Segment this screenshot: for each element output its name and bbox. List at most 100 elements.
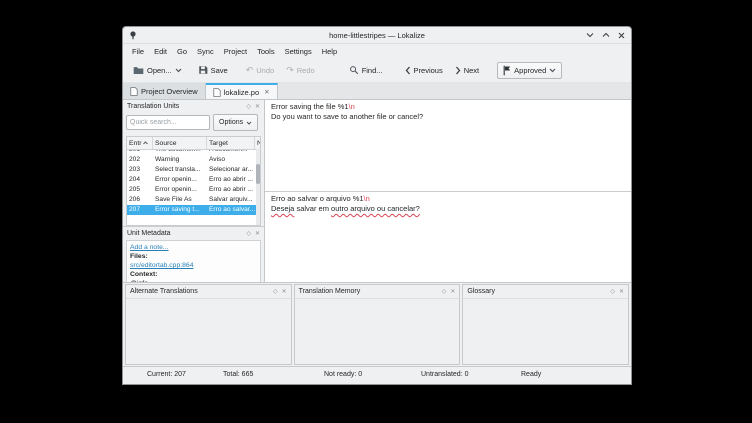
column-source[interactable]: Source [153,137,207,149]
status-current: Current: 207 [147,371,186,378]
redo-icon: ↷ [286,64,294,75]
escape-sequence: \n [348,102,355,111]
translation-units-header: Translation Units ◇ ✕ [123,100,264,113]
chevron-down-icon[interactable] [175,68,182,73]
translation-units-table: Entr Source Target N 201 The documen... [126,136,261,226]
editor-area: Error saving the file %1\n Do you want t… [265,100,631,282]
table-scrollbar[interactable] [256,149,260,225]
add-note-link[interactable]: Add a note... [130,244,169,251]
column-entry[interactable]: Entr [127,137,153,149]
menu-project[interactable]: Project [219,46,252,57]
open-button[interactable]: Open... [129,63,186,78]
target-line-1: Erro ao salvar o arquivo %1\n [271,194,370,203]
source-line-1: Error saving the file %1\n [271,102,355,111]
left-dock-column: Translation Units ◇ ✕ Options Entr [123,100,265,291]
file-reference-link[interactable]: src/editortab.cpp:864 [130,262,193,269]
tab-label: lokalize.po [223,87,260,97]
search-row: Options [123,113,264,134]
table-body: 201 The documen... A documen... 202 Warn… [127,150,260,225]
save-label: Save [210,65,228,75]
glossary-header: Glossary ◇ ✕ [463,285,629,299]
status-untranslated: Untranslated: 0 [421,371,469,378]
dock-title: Alternate Translations [130,288,198,295]
column-notes[interactable]: N [255,137,260,149]
close-button[interactable] [618,32,625,39]
tab-project-overview[interactable]: Project Overview [123,83,206,99]
table-row-selected[interactable]: 207 Error saving t... Erro ao salvar... [127,205,260,215]
menu-edit[interactable]: Edit [149,46,172,57]
statusbar: Current: 207 Total: 665 Not ready: 0 Unt… [123,366,631,384]
menu-tools[interactable]: Tools [252,46,280,57]
open-label: Open... [147,65,172,75]
lokalize-window: home-littlestripes — Lokalize File Edit … [122,26,632,385]
document-icon [213,87,221,97]
table-row[interactable]: 203 Select transla... Selecionar ar... [127,165,260,175]
table-row[interactable]: 204 Error openin... Erro ao abrir ... [127,175,260,185]
table-row[interactable]: 205 Error openin... Erro ao abrir ... [127,185,260,195]
close-icon[interactable]: ✕ [255,230,260,237]
menubar: File Edit Go Sync Project Tools Settings… [123,44,631,58]
table-row[interactable]: 206 Save File As Salvar arquiv... [127,195,260,205]
menu-help[interactable]: Help [317,46,342,57]
target-text-editor[interactable]: Erro ao salvar o arquivo %1\n Deseja sal… [265,192,631,282]
next-label: Next [463,65,480,75]
menu-sync[interactable]: Sync [192,46,219,57]
close-icon[interactable]: ✕ [619,288,624,295]
float-icon[interactable]: ◇ [610,288,615,295]
options-button[interactable]: Options [213,114,259,131]
translation-memory-dock: Translation Memory ◇ ✕ [293,284,461,365]
find-button[interactable]: Find... [345,62,387,78]
project-overview-icon [130,86,138,96]
status-not-ready: Not ready: 0 [324,371,363,378]
translation-units-dock: Translation Units ◇ ✕ Options Entr [123,100,264,226]
window-title: home-littlestripes — Lokalize [329,30,425,40]
column-target[interactable]: Target [207,137,255,149]
previous-button[interactable]: Previous [401,63,447,78]
quick-search-input[interactable] [126,115,210,130]
find-label: Find... [361,65,383,75]
table-row[interactable]: 202 Warning Aviso [127,155,260,165]
source-line-2: Do you want to save to another file or c… [271,112,424,121]
alternate-translations-header: Alternate Translations ◇ ✕ [126,285,291,299]
approved-flag-icon [503,65,511,76]
tabbar: Project Overview lokalize.po ✕ [123,83,631,100]
sort-ascending-icon [143,141,149,145]
bottom-docks: Alternate Translations ◇ ✕ Translation M… [123,282,631,366]
menu-settings[interactable]: Settings [280,46,317,57]
dock-title: Translation Units [127,103,180,110]
float-icon[interactable]: ◇ [273,288,278,295]
float-icon[interactable]: ◇ [442,288,447,295]
next-button[interactable]: Next [451,63,483,78]
titlebar[interactable]: home-littlestripes — Lokalize [123,27,631,44]
redo-button[interactable]: ↷ Redo [282,63,318,78]
menu-file[interactable]: File [127,46,149,57]
table-header: Entr Source Target N [127,137,260,150]
main-area: Translation Units ◇ ✕ Options Entr [123,100,631,291]
close-icon[interactable]: ✕ [450,288,455,295]
tab-lokalize-po[interactable]: lokalize.po ✕ [205,83,278,99]
context-label: Context: [130,271,158,278]
source-text-view: Error saving the file %1\n Do you want t… [265,100,631,192]
minimize-button[interactable] [586,32,594,38]
translation-memory-header: Translation Memory ◇ ✕ [294,285,460,299]
close-icon[interactable]: ✕ [255,103,260,110]
chevron-down-icon[interactable] [549,68,556,73]
maximize-button[interactable] [602,32,610,38]
options-label: Options [219,119,244,126]
approved-label: Approved [514,65,547,75]
tab-close-icon[interactable]: ✕ [264,88,269,96]
save-button[interactable]: Save [194,62,232,78]
float-icon[interactable]: ◇ [246,230,251,237]
tab-label: Project Overview [141,86,198,96]
float-icon[interactable]: ◇ [246,103,251,110]
dock-title: Unit Metadata [127,230,171,237]
undo-icon: ↶ [245,64,254,75]
dock-title: Glossary [467,288,495,295]
approved-button[interactable]: Approved [497,61,563,79]
escape-sequence: \n [363,194,370,203]
redo-label: Redo [296,65,315,75]
close-icon[interactable]: ✕ [282,288,287,295]
files-label: Files: [130,253,148,260]
undo-button[interactable]: ↶ Undo [242,63,278,78]
menu-go[interactable]: Go [172,46,192,57]
